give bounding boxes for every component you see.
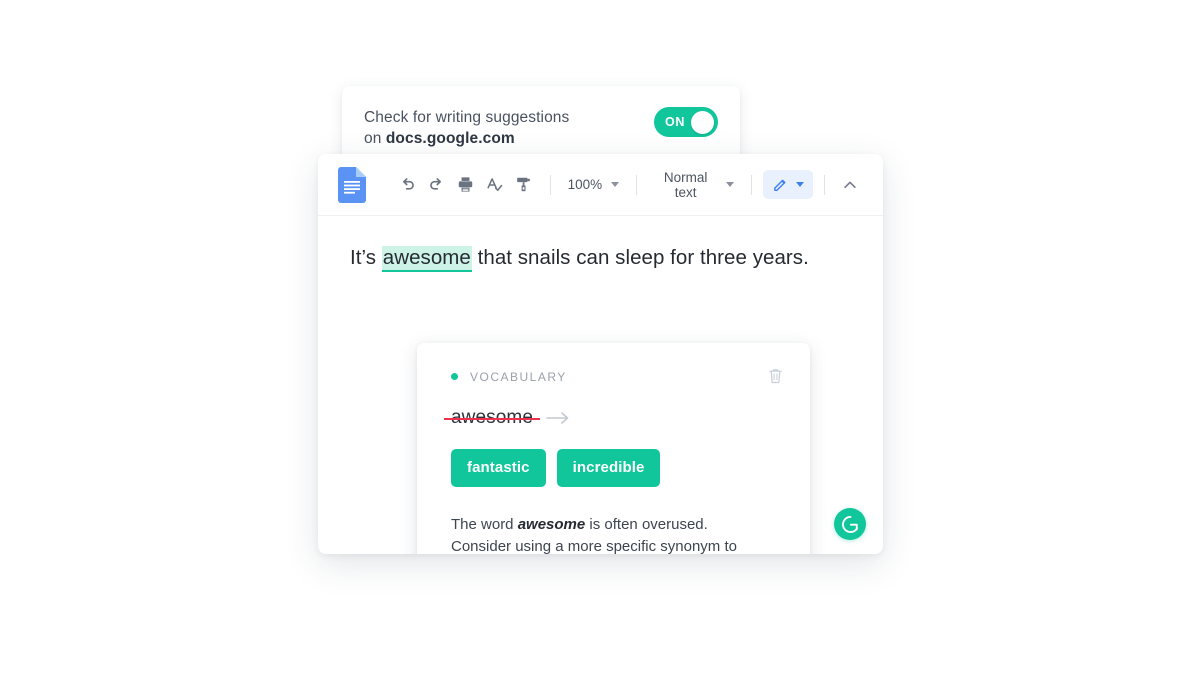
zoom-select[interactable]: 100% (562, 174, 626, 195)
grammarly-logo-icon (841, 515, 858, 533)
original-word: awesome (443, 407, 541, 428)
toolbar-divider (636, 174, 638, 195)
chevron-down-icon (796, 182, 805, 187)
alternatives-row: fantastic incredible (451, 449, 786, 487)
toolbar-divider (824, 174, 826, 195)
extension-popup-line2-prefix: on (364, 130, 386, 147)
edit-mode-button[interactable] (763, 170, 814, 199)
original-word-row: awesome (443, 407, 786, 429)
document-sentence: It’s awesome that snails can sleep for t… (318, 244, 883, 272)
extension-popup-line1: Check for writing suggestions (364, 109, 570, 126)
grammarly-suggestion-card: VOCABULARY awesome fantastic incredible … (417, 343, 810, 554)
screenshot-stage: Check for writing suggestions on docs.go… (0, 0, 1200, 675)
chevron-down-icon (726, 182, 735, 187)
docs-toolbar: 100% Normal text (318, 154, 883, 216)
print-button[interactable] (452, 170, 480, 200)
text-style-select[interactable]: Normal text (648, 167, 740, 203)
undo-icon (403, 178, 415, 190)
document-body: It’s awesome that snails can sleep for t… (318, 216, 883, 554)
redo-icon (430, 178, 442, 190)
highlighted-word[interactable]: awesome (381, 246, 472, 272)
sentence-after: that snails can sleep for three years. (471, 246, 809, 269)
grammarly-badge-button[interactable] (834, 508, 866, 540)
print-icon (459, 177, 473, 192)
toolbar-divider (751, 174, 753, 195)
explanation-prefix: The word (451, 516, 518, 533)
alternative-chip[interactable]: fantastic (451, 449, 546, 487)
suggestion-explanation: The word awesome is often overused. Cons… (451, 514, 751, 554)
text-style-value: Normal text (663, 169, 708, 200)
sentence-before: It’s (350, 246, 382, 269)
category-label: VOCABULARY (470, 369, 567, 384)
chevron-down-icon (611, 182, 620, 187)
paint-format-button[interactable] (510, 170, 538, 200)
arrow-right-icon (546, 412, 569, 424)
writing-suggestions-toggle[interactable]: ON (654, 107, 718, 137)
spellcheck-button[interactable] (481, 170, 509, 200)
chevron-up-icon (844, 181, 856, 188)
category-dot-icon (451, 373, 458, 380)
trash-icon (769, 369, 782, 384)
extension-popup-domain: docs.google.com (385, 130, 515, 147)
redo-button[interactable] (423, 170, 451, 200)
dismiss-suggestion-button[interactable] (765, 365, 786, 388)
collapse-menus-button[interactable] (836, 170, 864, 200)
toggle-state-label: ON (665, 115, 685, 129)
pencil-icon (774, 179, 786, 192)
suggestion-card-header: VOCABULARY (451, 365, 786, 388)
paint-format-icon (517, 177, 531, 192)
spellcheck-icon (487, 178, 503, 192)
undo-button[interactable] (394, 170, 422, 200)
alternative-chip[interactable]: incredible (556, 449, 661, 487)
toolbar-actions: 100% Normal text (394, 167, 865, 203)
google-docs-icon (338, 166, 366, 203)
toolbar-divider (549, 174, 551, 195)
explanation-emphasis: awesome (517, 516, 586, 533)
toggle-knob (691, 110, 714, 134)
zoom-value: 100% (567, 177, 603, 192)
suggestion-category: VOCABULARY (451, 370, 567, 384)
google-docs-window: 100% Normal text It’s awesome that snail… (318, 154, 883, 554)
extension-popup-text: Check for writing suggestions on docs.go… (364, 106, 569, 149)
